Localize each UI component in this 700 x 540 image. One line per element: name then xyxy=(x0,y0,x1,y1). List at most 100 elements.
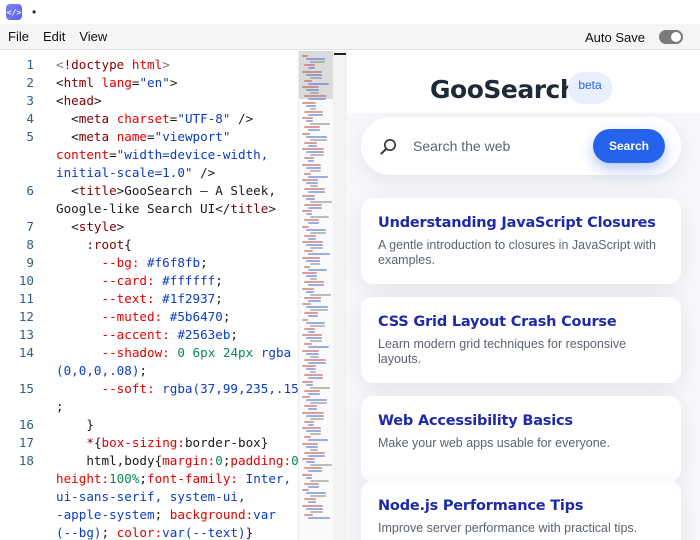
result-description: Learn modern grid techniques for respons… xyxy=(378,337,627,366)
result-title-link[interactable]: Web Accessibility Basics xyxy=(378,413,664,429)
minimap-line xyxy=(310,340,322,343)
autosave-control: Auto Save xyxy=(585,24,683,50)
search-button[interactable]: Search xyxy=(593,129,665,163)
minimap-line xyxy=(304,126,320,129)
minimap-line xyxy=(304,327,315,330)
minimap-line xyxy=(310,495,326,498)
line-number: 3 xyxy=(26,93,34,108)
minimap-line xyxy=(308,299,321,302)
minimap-line xyxy=(302,117,313,119)
minimap-line xyxy=(310,76,322,79)
preview-pane: GooSearch beta Search Understanding Java… xyxy=(347,51,700,540)
minimap-line xyxy=(306,213,312,216)
menu-edit[interactable]: Edit xyxy=(43,29,65,44)
code-line: (--bg); color:var(--text)} xyxy=(56,525,254,540)
minimap-line xyxy=(308,330,315,333)
minimap-line xyxy=(310,402,327,405)
minimap-line xyxy=(308,346,329,349)
minimap-line xyxy=(304,110,323,113)
minimap-line xyxy=(310,138,327,141)
minimap-line xyxy=(302,473,312,476)
minimap-line xyxy=(304,79,312,82)
code-line: ui-sans-serif, system-ui, xyxy=(56,489,246,504)
minimap-line xyxy=(302,86,319,88)
minimap-line xyxy=(306,430,321,433)
minimap-line xyxy=(308,392,320,395)
minimap-line xyxy=(302,287,314,290)
window-title: • xyxy=(32,5,37,19)
minimap-line xyxy=(310,154,324,157)
autosave-label: Auto Save xyxy=(585,29,645,45)
minimap-line xyxy=(302,210,312,212)
minimap-line xyxy=(310,510,323,513)
result-card: CSS Grid Layout Crash Course Learn moder… xyxy=(361,297,681,383)
code-line: :root{ xyxy=(86,237,132,252)
result-title-link[interactable]: Understanding JavaScript Closures xyxy=(378,215,664,231)
line-number: 13 xyxy=(18,327,34,342)
line-number: 18 xyxy=(18,453,34,468)
minimap-line xyxy=(310,371,316,374)
result-title-link[interactable]: CSS Grid Layout Crash Course xyxy=(378,314,664,330)
minimap-line xyxy=(306,461,315,464)
minimap-line xyxy=(304,188,325,191)
result-title-link[interactable]: Node.js Performance Tips xyxy=(378,498,664,514)
minimap-line xyxy=(302,303,311,305)
minimap-line xyxy=(310,309,328,312)
minimap-line xyxy=(310,169,321,172)
code-app-icon: </> xyxy=(6,4,22,20)
minimap-line xyxy=(310,448,318,451)
minimap-line xyxy=(302,442,318,445)
minimap-line xyxy=(308,129,320,132)
minimap-line xyxy=(304,141,317,144)
minimap-line xyxy=(304,467,322,470)
toggle-knob xyxy=(671,32,681,42)
minimap-line xyxy=(308,175,328,178)
minimap-line xyxy=(302,365,316,367)
minimap-line xyxy=(306,368,316,371)
menu-file[interactable]: File xyxy=(8,29,29,44)
minimap-line xyxy=(302,179,318,181)
code-line: html,body{margin:0;padding:0; xyxy=(56,453,306,468)
line-number: 9 xyxy=(26,255,34,270)
splitter-grip-icon[interactable] xyxy=(334,53,346,55)
minimap-line xyxy=(306,244,323,247)
code-line: -apple-system; background:var xyxy=(56,507,276,522)
minimap[interactable] xyxy=(298,51,333,540)
minimap-line xyxy=(310,479,329,482)
minimap-line xyxy=(302,458,315,460)
line-number: 11 xyxy=(18,291,34,306)
minimap-line xyxy=(304,482,319,485)
minimap-line xyxy=(308,439,328,442)
code-area[interactable]: <!doctype html> <html lang="en"> <head> <m… xyxy=(56,51,306,540)
minimap-line xyxy=(310,417,324,420)
menu-view[interactable]: View xyxy=(79,29,107,44)
minimap-line xyxy=(306,89,319,92)
pane-splitter[interactable] xyxy=(333,51,347,540)
code-line: *{box-sizing:border-box} xyxy=(86,435,269,450)
minimap-line xyxy=(302,132,310,135)
search-input[interactable] xyxy=(413,133,583,159)
line-number: 4 xyxy=(26,111,34,126)
autosave-toggle[interactable] xyxy=(659,30,683,44)
minimap-line xyxy=(310,123,330,126)
minimap-line xyxy=(308,82,329,85)
minimap-line xyxy=(310,324,325,327)
minimap-line xyxy=(304,436,311,439)
minimap-line xyxy=(306,166,321,169)
minimap-line xyxy=(302,396,310,398)
minimap-line xyxy=(304,203,322,206)
minimap-line xyxy=(306,197,315,200)
minimap-line xyxy=(310,262,320,265)
minimap-line xyxy=(304,157,314,160)
minimap-line xyxy=(308,423,314,426)
minimap-line xyxy=(302,349,319,352)
code-line: <meta charset="UTF-8" /> xyxy=(56,111,254,126)
minimap-line xyxy=(308,206,322,209)
minimap-line xyxy=(304,234,316,237)
minimap-line xyxy=(302,55,308,57)
minimap-line xyxy=(310,247,323,250)
code-editor[interactable]: 1 2 3 4 5 6 7 8 9 10 11 12 13 14 15 16 17 18 <!doctype ht… xyxy=(0,51,333,540)
minimap-line xyxy=(308,315,318,318)
minimap-line xyxy=(306,352,319,355)
minimap-line xyxy=(310,92,319,95)
